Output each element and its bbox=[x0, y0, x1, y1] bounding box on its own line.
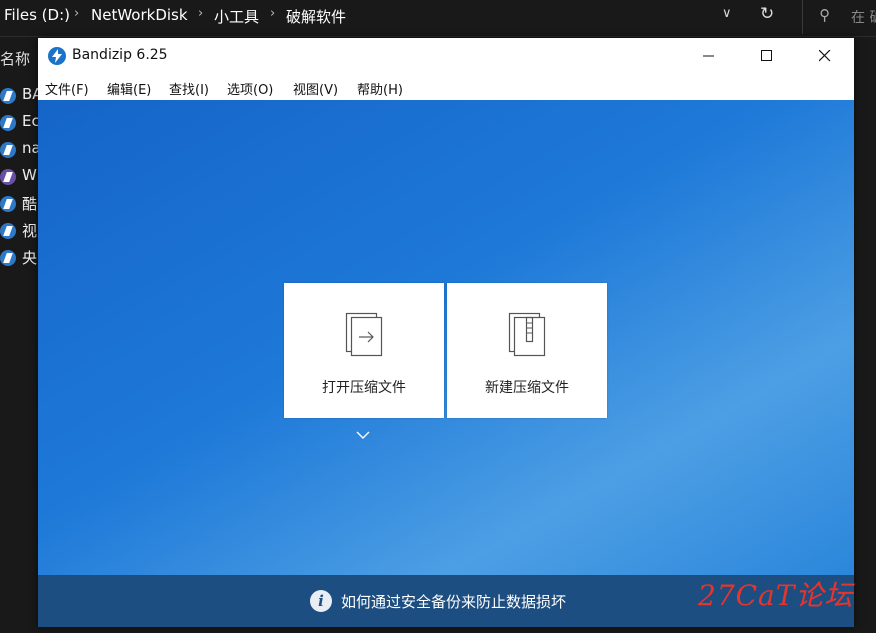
menu-view[interactable]: 视图(V) bbox=[293, 79, 338, 98]
minimize-button[interactable] bbox=[680, 38, 738, 74]
open-archive-label: 打开压缩文件 bbox=[322, 380, 406, 396]
menu-options[interactable]: 选项(O) bbox=[227, 79, 273, 98]
new-archive-button[interactable]: 新建压缩文件 bbox=[447, 283, 607, 418]
open-archive-icon bbox=[343, 311, 385, 361]
menu-find[interactable]: 查找(I) bbox=[169, 79, 209, 98]
list-item[interactable]: na bbox=[0, 139, 41, 163]
bandizip-file-icon bbox=[0, 88, 16, 104]
breadcrumb-chevron-icon[interactable]: › bbox=[198, 6, 203, 21]
file-name: 央 bbox=[22, 249, 38, 267]
file-name: 酷 bbox=[22, 195, 38, 213]
list-item[interactable]: W bbox=[0, 166, 40, 190]
breadcrumb-chevron-icon[interactable]: › bbox=[74, 6, 79, 21]
bandizip-file-icon bbox=[0, 223, 16, 239]
close-button[interactable] bbox=[796, 38, 854, 74]
breadcrumb-chevron-icon[interactable]: › bbox=[270, 6, 275, 21]
bandizip-window: Bandizip 6.25 文件(F) 编辑(E) 查找(I) 选项(O) 视图… bbox=[38, 38, 854, 627]
breadcrumb-tools[interactable]: 小工具 bbox=[214, 6, 259, 27]
maximize-button[interactable] bbox=[738, 38, 796, 74]
menu-help[interactable]: 帮助(H) bbox=[357, 79, 403, 98]
chevron-down-icon[interactable]: ∨ bbox=[722, 6, 732, 21]
bandizip-file-icon bbox=[0, 142, 16, 158]
list-item[interactable]: BA bbox=[0, 85, 43, 109]
file-name: 视 bbox=[22, 222, 38, 240]
list-item[interactable]: 央 bbox=[0, 247, 40, 271]
menu-file[interactable]: 文件(F) bbox=[45, 79, 89, 98]
info-icon: i bbox=[310, 590, 332, 612]
main-panel: 打开压缩文件 新建压缩文件 bbox=[38, 100, 854, 575]
open-archive-button[interactable]: 打开压缩文件 bbox=[284, 283, 444, 418]
breadcrumb-networkdisk[interactable]: NetWorkDisk bbox=[91, 6, 188, 24]
list-item[interactable]: Ec bbox=[0, 112, 40, 136]
search-input[interactable]: ⚲ 在 破 bbox=[802, 0, 876, 34]
new-archive-label: 新建压缩文件 bbox=[485, 380, 569, 396]
bandizip-logo-icon bbox=[48, 47, 66, 65]
menu-bar: 文件(F) 编辑(E) 查找(I) 选项(O) 视图(V) 帮助(H) bbox=[38, 74, 854, 100]
bandizip-file-icon bbox=[0, 115, 16, 131]
watermark: 27CaT论坛 bbox=[698, 579, 854, 612]
bandizip-file-icon bbox=[0, 196, 16, 212]
chevron-down-icon[interactable] bbox=[356, 425, 370, 444]
search-placeholder: 在 破 bbox=[851, 10, 876, 26]
refresh-icon[interactable]: ↻ bbox=[760, 4, 774, 24]
menu-edit[interactable]: 编辑(E) bbox=[107, 79, 151, 98]
window-title: Bandizip 6.25 bbox=[72, 47, 168, 63]
list-item[interactable]: 视 bbox=[0, 220, 40, 244]
bandizip-file-icon bbox=[0, 250, 16, 266]
new-archive-icon bbox=[506, 311, 548, 361]
column-header-name[interactable]: 名称 bbox=[0, 48, 30, 69]
breadcrumb-drive[interactable]: Files (D:) bbox=[4, 6, 70, 24]
archive-file-icon bbox=[0, 169, 16, 185]
title-bar[interactable]: Bandizip 6.25 bbox=[38, 38, 854, 74]
list-item[interactable]: 酷 bbox=[0, 193, 40, 217]
address-bar: Files (D:) › NetWorkDisk › 小工具 › 破解软件 ∨ … bbox=[0, 0, 876, 37]
file-name: W bbox=[22, 166, 37, 184]
search-icon: ⚲ bbox=[819, 6, 830, 24]
breadcrumb-crack-software[interactable]: 破解软件 bbox=[286, 6, 346, 27]
info-link[interactable]: 如何通过安全备份来防止数据损坏 bbox=[341, 591, 566, 612]
